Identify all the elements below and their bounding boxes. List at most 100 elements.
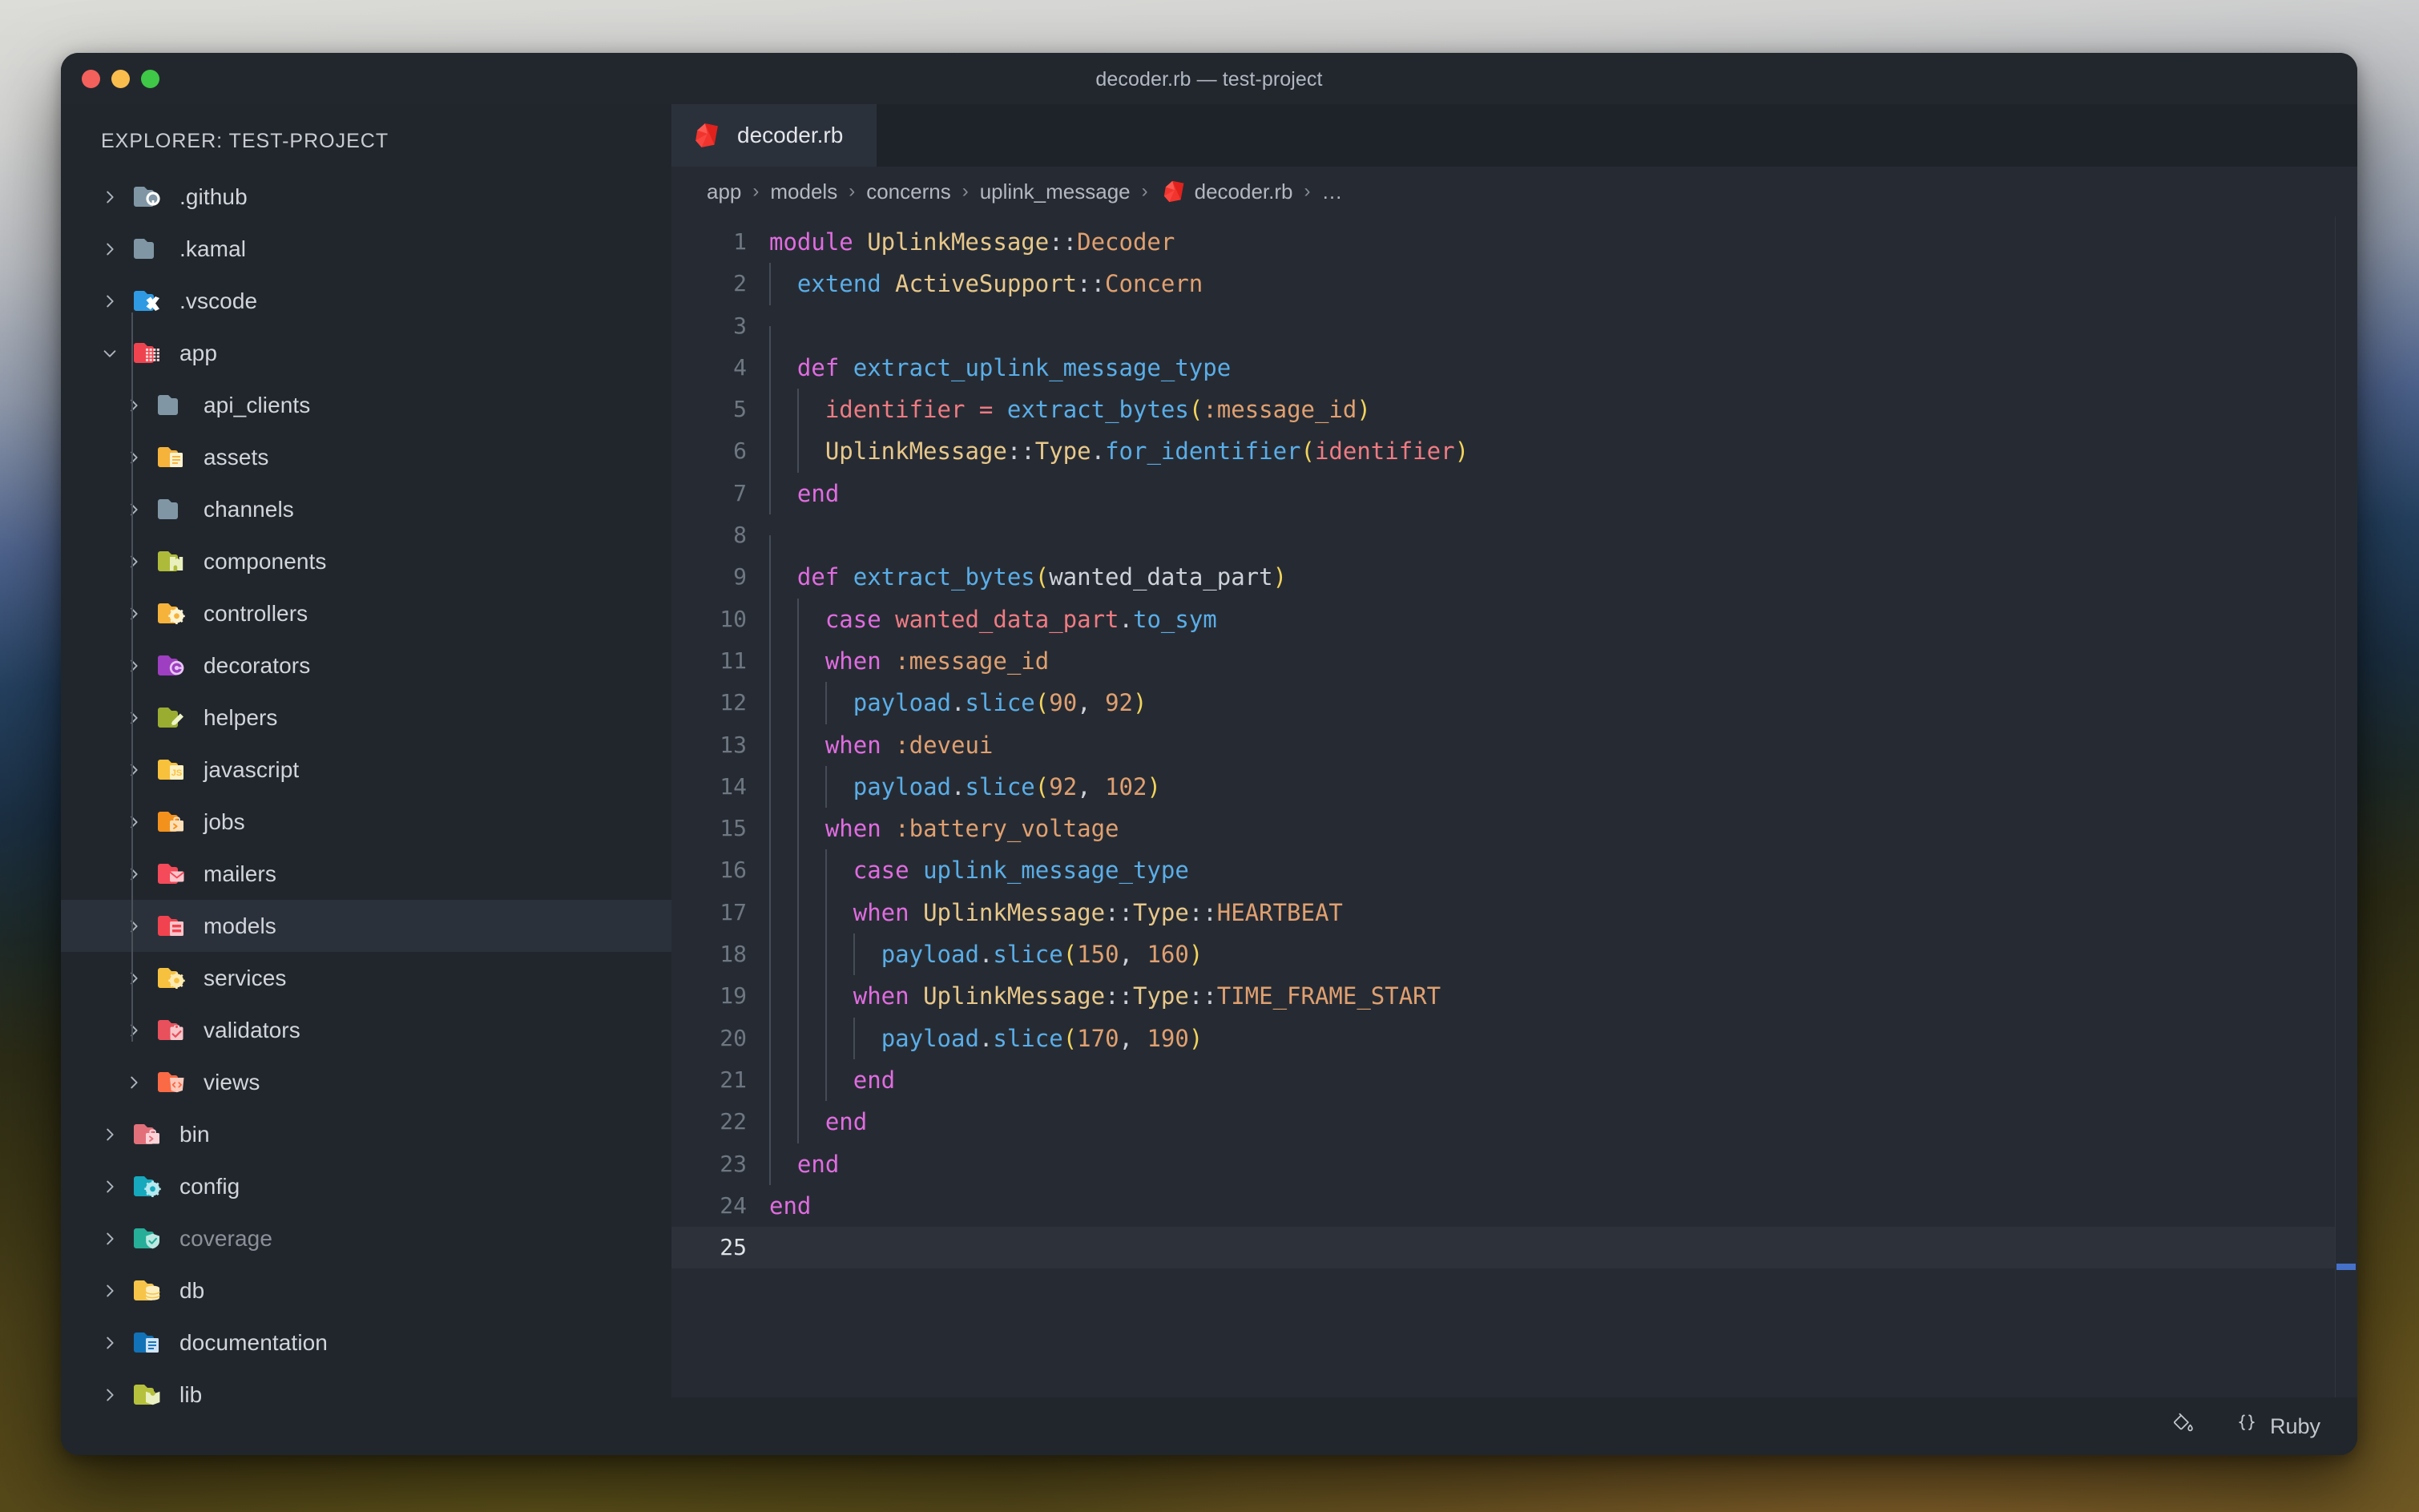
sidebar-item-views[interactable]: views — [61, 1056, 671, 1108]
code-line[interactable]: 11 when :message_id — [671, 640, 2357, 682]
sidebar-item-lib[interactable]: lib — [61, 1369, 671, 1421]
code-line[interactable]: 17 when UplinkMessage::Type::HEARTBEAT — [671, 892, 2357, 933]
sidebar-item-controllers[interactable]: controllers — [61, 587, 671, 639]
code-line-text[interactable]: module UplinkMessage::Decoder — [769, 221, 2357, 263]
chevron-right-icon[interactable] — [98, 188, 122, 206]
code-line-text[interactable]: when :deveui — [769, 724, 2357, 766]
status-item-paint-bucket[interactable] — [2171, 1412, 2206, 1441]
chevron-right-icon[interactable] — [122, 605, 146, 623]
code-line-text[interactable]: extend ActiveSupport::Concern — [769, 263, 2357, 304]
sidebar-item-helpers[interactable]: helpers — [61, 691, 671, 744]
code-line-text[interactable]: payload.slice(150, 160) — [769, 933, 2357, 975]
chevron-right-icon[interactable] — [122, 501, 146, 518]
chevron-right-icon[interactable] — [122, 813, 146, 831]
code-line-text[interactable]: UplinkMessage::Type.for_identifier(ident… — [769, 430, 2357, 472]
code-line[interactable]: 5 identifier = extract_bytes(:message_id… — [671, 389, 2357, 430]
chevron-right-icon[interactable] — [98, 240, 122, 258]
code-line-text[interactable]: payload.slice(92, 102) — [769, 766, 2357, 808]
code-line[interactable]: 22 end — [671, 1101, 2357, 1143]
code-line-text[interactable]: end — [769, 1185, 2357, 1227]
sidebar-item-documentation[interactable]: documentation — [61, 1316, 671, 1369]
code-line[interactable]: 18 payload.slice(150, 160) — [671, 933, 2357, 975]
code-line-text[interactable]: end — [769, 473, 2357, 514]
code-line[interactable]: 12 payload.slice(90, 92) — [671, 682, 2357, 724]
sidebar-item-db[interactable]: db — [61, 1264, 671, 1316]
code-line-text[interactable]: def extract_uplink_message_type — [769, 347, 2357, 389]
code-line-text[interactable]: end — [769, 1101, 2357, 1143]
chevron-right-icon[interactable] — [98, 1126, 122, 1143]
code-line[interactable]: 3 — [671, 305, 2357, 347]
code-line[interactable]: 9 def extract_bytes(wanted_data_part) — [671, 556, 2357, 598]
code-line[interactable]: 10 case wanted_data_part.to_sym — [671, 599, 2357, 640]
sidebar-item-javascript[interactable]: JSjavascript — [61, 744, 671, 796]
code-line-text[interactable]: end — [769, 1059, 2357, 1101]
code-line-text[interactable]: identifier = extract_bytes(:message_id) — [769, 389, 2357, 430]
sidebar-item-assets[interactable]: assets — [61, 431, 671, 483]
chevron-right-icon[interactable] — [122, 1074, 146, 1091]
code-line-text[interactable]: payload.slice(170, 190) — [769, 1018, 2357, 1059]
chevron-right-icon[interactable] — [122, 865, 146, 883]
chevron-right-icon[interactable] — [98, 1230, 122, 1248]
code-content[interactable]: 1module UplinkMessage::Decoder2 extend A… — [671, 216, 2357, 1268]
code-line-text[interactable]: when :message_id — [769, 640, 2357, 682]
sidebar-item-app[interactable]: app — [61, 327, 671, 379]
tab-decoder-rb[interactable]: decoder.rb — [671, 104, 877, 167]
sidebar-item-bin[interactable]: bin — [61, 1108, 671, 1160]
code-line[interactable]: 2 extend ActiveSupport::Concern — [671, 263, 2357, 304]
code-line[interactable]: 8 — [671, 514, 2357, 556]
chevron-right-icon[interactable] — [122, 917, 146, 935]
sidebar-item-github[interactable]: .github — [61, 171, 671, 223]
chevron-right-icon[interactable] — [98, 1178, 122, 1195]
sidebar-item-components[interactable]: components — [61, 535, 671, 587]
sidebar-item-services[interactable]: services — [61, 952, 671, 1004]
code-line-text[interactable]: end — [769, 1143, 2357, 1185]
code-line[interactable]: 6 UplinkMessage::Type.for_identifier(ide… — [671, 430, 2357, 472]
code-line[interactable]: 4 def extract_uplink_message_type — [671, 347, 2357, 389]
code-line[interactable]: 15 when :battery_voltage — [671, 808, 2357, 849]
code-line-text[interactable]: def extract_bytes(wanted_data_part) — [769, 556, 2357, 598]
chevron-right-icon[interactable] — [122, 553, 146, 571]
code-line-text[interactable]: case uplink_message_type — [769, 849, 2357, 891]
sidebar-item-config[interactable]: config — [61, 1160, 671, 1212]
code-line[interactable]: 13 when :deveui — [671, 724, 2357, 766]
chevron-right-icon[interactable] — [122, 657, 146, 675]
sidebar-item-mailers[interactable]: mailers — [61, 848, 671, 900]
code-line[interactable]: 16 case uplink_message_type — [671, 849, 2357, 891]
breadcrumb-item[interactable]: concerns — [866, 179, 951, 204]
code-line-text[interactable]: when UplinkMessage::Type::HEARTBEAT — [769, 892, 2357, 933]
chevron-right-icon[interactable] — [98, 292, 122, 310]
sidebar-item-channels[interactable]: channels — [61, 483, 671, 535]
chevron-right-icon[interactable] — [98, 1386, 122, 1404]
sidebar-item-jobs[interactable]: jobs — [61, 796, 671, 848]
breadcrumb-item[interactable]: app — [707, 179, 741, 204]
code-editor[interactable]: 1module UplinkMessage::Decoder2 extend A… — [671, 216, 2357, 1397]
sidebar-item-api-clients[interactable]: api_clients — [61, 379, 671, 431]
code-line[interactable]: 25 — [671, 1227, 2357, 1268]
sidebar-item-models[interactable]: models — [61, 900, 671, 952]
code-line[interactable]: 20 payload.slice(170, 190) — [671, 1018, 2357, 1059]
code-line[interactable]: 14 payload.slice(92, 102) — [671, 766, 2357, 808]
breadcrumb-item[interactable]: … — [1321, 179, 1342, 204]
code-line[interactable]: 1module UplinkMessage::Decoder — [671, 221, 2357, 263]
chevron-right-icon[interactable] — [122, 970, 146, 987]
chevron-right-icon[interactable] — [122, 761, 146, 779]
code-line[interactable]: 21 end — [671, 1059, 2357, 1101]
sidebar-item-coverage[interactable]: coverage — [61, 1212, 671, 1264]
chevron-down-icon[interactable] — [98, 345, 122, 362]
chevron-right-icon[interactable] — [122, 449, 146, 466]
sidebar-item-vscode[interactable]: .vscode — [61, 275, 671, 327]
chevron-right-icon[interactable] — [98, 1334, 122, 1352]
code-line-text[interactable]: case wanted_data_part.to_sym — [769, 599, 2357, 640]
code-line-text[interactable]: when UplinkMessage::Type::TIME_FRAME_STA… — [769, 975, 2357, 1017]
breadcrumb-item[interactable]: uplink_message — [980, 179, 1131, 204]
sidebar-item-validators[interactable]: validators — [61, 1004, 671, 1056]
code-line-text[interactable]: payload.slice(90, 92) — [769, 682, 2357, 724]
breadcrumb-item[interactable]: models — [770, 179, 837, 204]
chevron-right-icon[interactable] — [122, 1022, 146, 1039]
chevron-right-icon[interactable] — [98, 1282, 122, 1300]
breadcrumb-item[interactable]: decoder.rb — [1195, 179, 1293, 204]
chevron-right-icon[interactable] — [122, 397, 146, 414]
code-line[interactable]: 24end — [671, 1185, 2357, 1227]
code-line-text[interactable]: when :battery_voltage — [769, 808, 2357, 849]
status-item-language[interactable]: Ruby — [2235, 1412, 2320, 1441]
